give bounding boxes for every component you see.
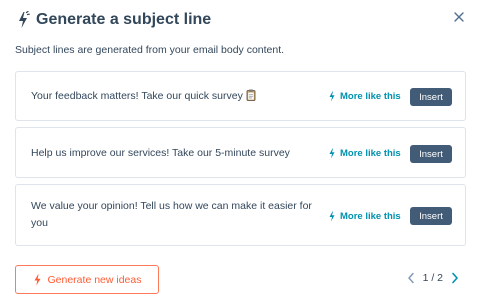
lightning-icon [33,274,42,286]
insert-button[interactable]: Insert [410,207,452,225]
suggestion-card: Help us improve our services! Take our 5… [15,127,466,178]
more-like-this-label: More like this [340,148,401,159]
lightning-icon [328,211,336,222]
generate-subject-line-dialog: Generate a subject line Subject lines ar… [0,0,480,303]
pagination: 1 / 2 [406,272,460,284]
more-like-this-button[interactable]: More like this [328,211,401,222]
chevron-right-icon[interactable] [450,272,460,284]
generate-new-ideas-button[interactable]: Generate new ideas [15,265,159,294]
page-indicator: 1 / 2 [422,272,443,284]
lightning-icon [328,148,336,159]
generate-new-ideas-label: Generate new ideas [47,273,142,286]
suggestion-card: We value your opinion! Tell us how we ca… [15,184,466,246]
more-like-this-label: More like this [340,211,401,222]
lightning-icon [328,91,336,102]
clipboard-icon [246,89,256,107]
lightning-icon [16,11,30,29]
insert-button[interactable]: Insert [410,88,452,106]
suggestion-text-wrapper: Your feedback matters! Take our quick su… [31,88,316,107]
dialog-subtitle: Subject lines are generated from your em… [15,44,285,56]
dialog-title: Generate a subject line [36,11,212,28]
dialog-header: Generate a subject line [16,8,211,32]
suggestion-text: Your feedback matters! Take our quick su… [31,90,243,102]
suggestion-card: Your feedback matters! Take our quick su… [15,71,466,121]
suggestion-text: Help us improve our services! Take our 5… [31,147,290,159]
close-icon[interactable] [452,10,466,24]
more-like-this-button[interactable]: More like this [328,91,401,102]
more-like-this-label: More like this [340,91,401,102]
suggestion-text: We value your opinion! Tell us how we ca… [31,200,312,229]
more-like-this-button[interactable]: More like this [328,148,401,159]
insert-button[interactable]: Insert [410,145,452,163]
chevron-left-icon[interactable] [406,272,416,284]
